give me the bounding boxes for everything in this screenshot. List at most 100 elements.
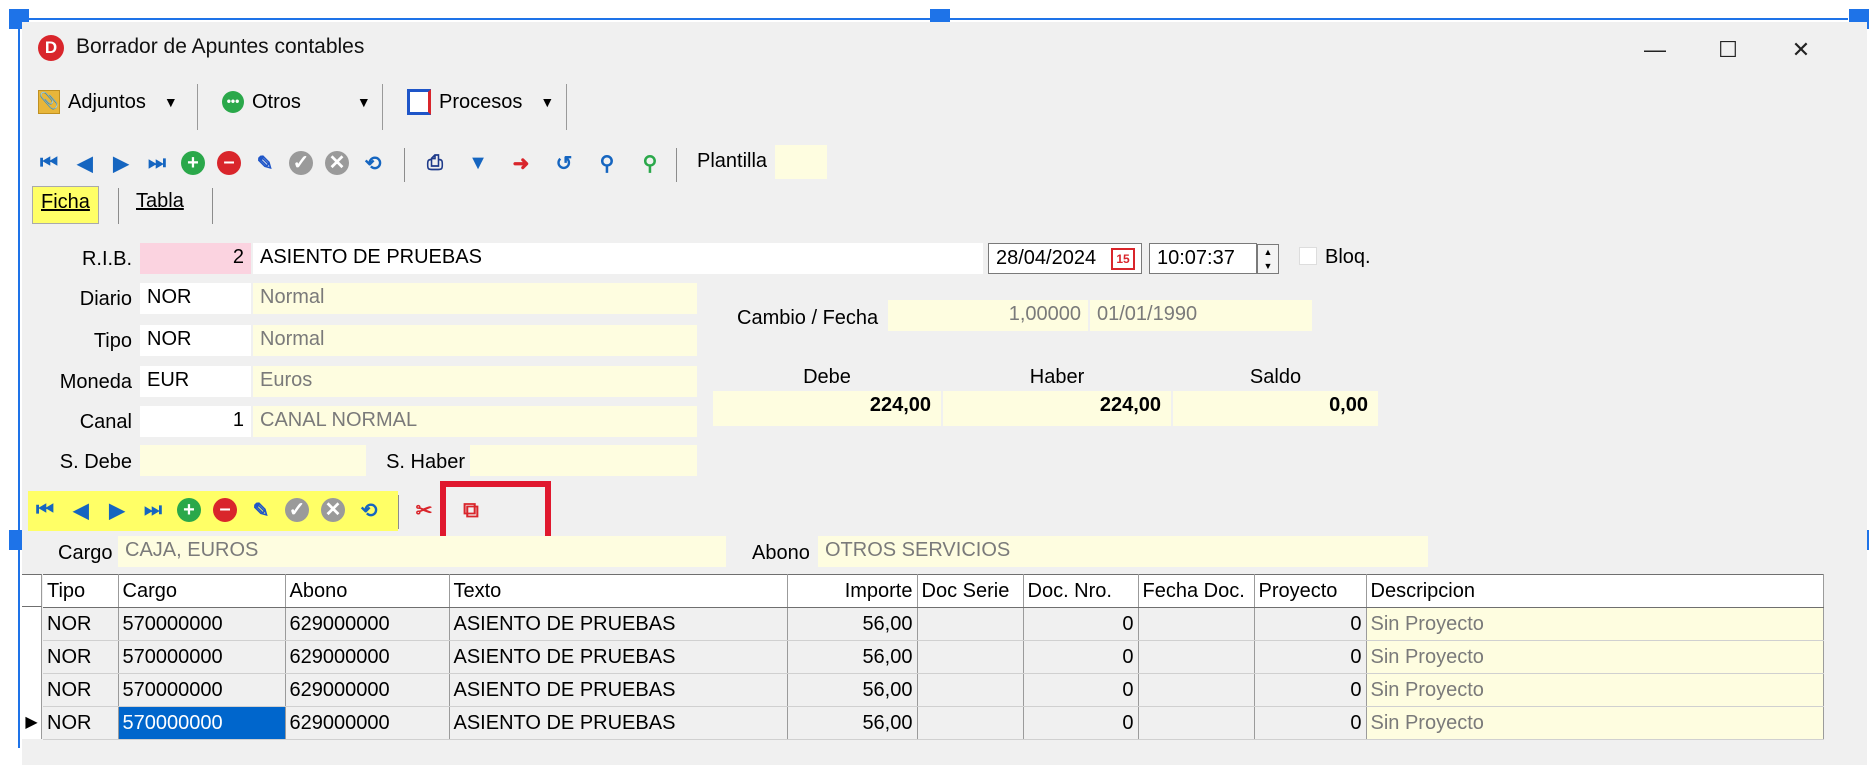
cell-doc-nro[interactable]: 0 — [1023, 607, 1139, 641]
cell-cargo[interactable]: 570000000 — [118, 607, 286, 641]
cell-texto[interactable]: ASIENTO DE PRUEBAS — [449, 673, 788, 707]
cell-doc-serie[interactable] — [917, 706, 1024, 740]
print-icon[interactable]: ⎙ — [422, 150, 448, 176]
tab-tabla[interactable]: Tabla — [128, 186, 192, 224]
rib-label: R.I.B. — [81, 248, 132, 270]
table-row[interactable]: NOR 570000000 629000000 ASIENTO DE PRUEB… — [43, 673, 1824, 707]
cell-texto[interactable]: ASIENTO DE PRUEBAS — [449, 607, 788, 641]
detail-last-icon[interactable]: ⏭ — [140, 497, 166, 523]
table-row[interactable]: NOR 570000000 629000000 ASIENTO DE PRUEB… — [43, 607, 1824, 641]
cargo-label: Cargo — [58, 542, 113, 564]
cell-abono[interactable]: 629000000 — [285, 673, 450, 707]
cell-doc-serie[interactable] — [917, 607, 1024, 641]
cell-tipo[interactable]: NOR — [43, 673, 119, 707]
column-header-cargo[interactable]: Cargo — [118, 574, 286, 608]
rib-number-field[interactable]: 2 — [140, 243, 251, 274]
tab-ficha[interactable]: Ficha — [32, 186, 99, 224]
split-entry-icon[interactable]: ✂ — [411, 497, 437, 523]
exit-icon[interactable]: ➜ — [508, 150, 534, 176]
calendar-icon[interactable]: 15 — [1111, 248, 1135, 270]
detail-refresh-icon[interactable]: ⟲ — [356, 497, 382, 523]
column-header-descripcion[interactable]: Descripcion — [1366, 574, 1824, 608]
detail-first-icon[interactable]: ⏮ — [32, 497, 58, 523]
close-button[interactable]: ✕ — [1771, 30, 1831, 70]
last-record-icon[interactable]: ⏭ — [144, 150, 170, 176]
cell-doc-nro[interactable]: 0 — [1023, 706, 1139, 740]
cell-texto[interactable]: ASIENTO DE PRUEBAS — [449, 706, 788, 740]
cell-doc-nro[interactable]: 0 — [1023, 640, 1139, 674]
time-spinner[interactable]: ▲ ▼ — [1257, 244, 1279, 274]
cell-doc-serie[interactable] — [917, 673, 1024, 707]
cell-tipo[interactable]: NOR — [43, 706, 119, 740]
moneda-code-field[interactable]: EUR — [140, 366, 251, 397]
cell-fecha-doc[interactable] — [1138, 640, 1255, 674]
cell-cargo[interactable]: 570000000 — [118, 640, 286, 674]
cell-abono[interactable]: 629000000 — [285, 640, 450, 674]
refresh-icon[interactable]: ⟲ — [360, 150, 386, 176]
cell-cargo[interactable]: 570000000 — [118, 673, 286, 707]
cell-importe[interactable]: 56,00 — [787, 706, 918, 740]
detail-confirm-icon[interactable]: ✓ — [284, 497, 310, 523]
delete-record-icon[interactable]: – — [216, 150, 242, 176]
diario-code-field[interactable]: NOR — [140, 283, 251, 314]
cell-texto[interactable]: ASIENTO DE PRUEBAS — [449, 640, 788, 674]
rib-description-field[interactable]: ASIENTO DE PRUEBAS — [253, 243, 983, 274]
column-header-fecha-doc[interactable]: Fecha Doc. — [1138, 574, 1255, 608]
cell-proyecto[interactable]: 0 — [1254, 706, 1367, 740]
otros-menu[interactable]: ••• Otros ▼ — [222, 84, 371, 120]
cell-tipo[interactable]: NOR — [43, 607, 119, 641]
adjuntos-menu[interactable]: 📎 Adjuntos ▼ — [38, 84, 178, 120]
table-row[interactable]: NOR 570000000 629000000 ASIENTO DE PRUEB… — [43, 706, 1824, 740]
detail-previous-icon[interactable]: ◀ — [68, 497, 94, 523]
time-field[interactable]: 10:07:37 — [1149, 243, 1257, 274]
filter-icon[interactable]: ▼ — [465, 150, 491, 176]
zoom-in-icon[interactable]: ⚲ — [637, 150, 663, 176]
zoom-out-icon[interactable]: ⚲ — [594, 150, 620, 176]
column-header-abono[interactable]: Abono — [285, 574, 450, 608]
cell-abono[interactable]: 629000000 — [285, 607, 450, 641]
table-row[interactable]: NOR 570000000 629000000 ASIENTO DE PRUEB… — [43, 640, 1824, 674]
next-record-icon[interactable]: ▶ — [108, 150, 134, 176]
cell-cargo-selected[interactable]: 570000000 — [118, 706, 286, 740]
detail-next-icon[interactable]: ▶ — [104, 497, 130, 523]
column-header-tipo[interactable]: Tipo — [43, 574, 119, 608]
maximize-button[interactable]: ☐ — [1698, 30, 1758, 70]
procesos-menu[interactable]: Procesos ▼ — [407, 84, 554, 120]
minimize-button[interactable]: — — [1625, 30, 1685, 70]
detail-add-icon[interactable]: + — [176, 497, 202, 523]
first-record-icon[interactable]: ⏮ — [36, 150, 62, 176]
cell-doc-serie[interactable] — [917, 640, 1024, 674]
cell-tipo[interactable]: NOR — [43, 640, 119, 674]
cell-proyecto[interactable]: 0 — [1254, 640, 1367, 674]
confirm-icon[interactable]: ✓ — [288, 150, 314, 176]
cell-proyecto[interactable]: 0 — [1254, 607, 1367, 641]
column-header-doc-serie[interactable]: Doc Serie — [917, 574, 1024, 608]
edit-record-icon[interactable]: ✎ — [252, 150, 278, 176]
cell-importe[interactable]: 56,00 — [787, 673, 918, 707]
column-header-importe[interactable]: Importe — [787, 574, 918, 608]
previous-record-icon[interactable]: ◀ — [72, 150, 98, 176]
cell-proyecto[interactable]: 0 — [1254, 673, 1367, 707]
detail-cancel-icon[interactable]: ✕ — [320, 497, 346, 523]
bloq-checkbox[interactable] — [1299, 247, 1317, 265]
cell-abono[interactable]: 629000000 — [285, 706, 450, 740]
detail-edit-icon[interactable]: ✎ — [248, 497, 274, 523]
undo-icon[interactable]: ↺ — [551, 150, 577, 176]
cell-fecha-doc[interactable] — [1138, 706, 1255, 740]
saldo-total-field: 0,00 — [1173, 391, 1378, 426]
tipo-code-field[interactable]: NOR — [140, 325, 251, 356]
detail-delete-icon[interactable]: – — [212, 497, 238, 523]
column-header-texto[interactable]: Texto — [449, 574, 788, 608]
cancel-icon[interactable]: ✕ — [324, 150, 350, 176]
plantilla-field[interactable] — [775, 145, 827, 179]
canal-code-field[interactable]: 1 — [140, 406, 251, 437]
cell-importe[interactable]: 56,00 — [787, 607, 918, 641]
title-bar[interactable]: D Borrador de Apuntes contables — ☐ ✕ — [22, 22, 1867, 78]
cell-fecha-doc[interactable] — [1138, 673, 1255, 707]
column-header-proyecto[interactable]: Proyecto — [1254, 574, 1367, 608]
cell-importe[interactable]: 56,00 — [787, 640, 918, 674]
cell-doc-nro[interactable]: 0 — [1023, 673, 1139, 707]
column-header-doc-nro[interactable]: Doc. Nro. — [1023, 574, 1139, 608]
add-record-icon[interactable]: + — [180, 150, 206, 176]
cell-fecha-doc[interactable] — [1138, 607, 1255, 641]
